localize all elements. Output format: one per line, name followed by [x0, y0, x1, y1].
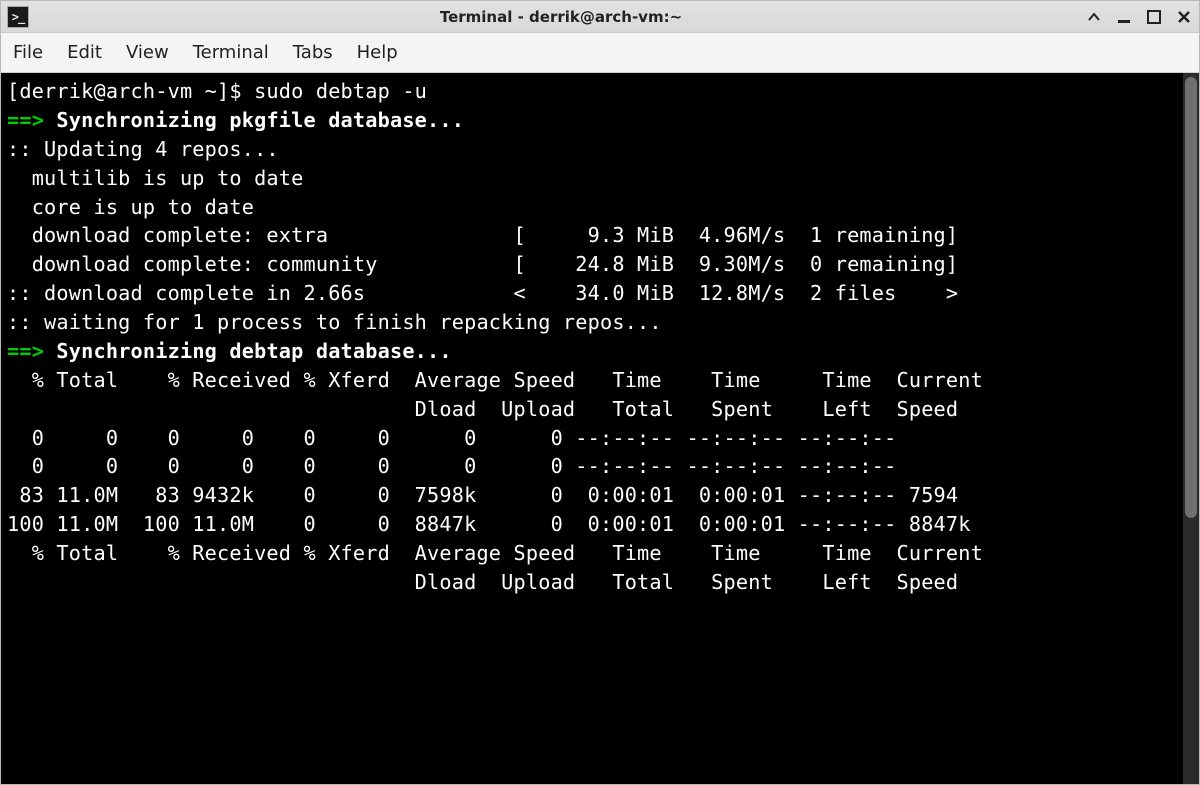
shell-prompt: [derrik@arch-vm ~]$	[7, 79, 254, 103]
output-line: 100 11.0M 100 11.0M 0 0 8847k 0 0:00:01 …	[7, 512, 971, 536]
close-button[interactable]	[1175, 8, 1193, 26]
menu-view[interactable]: View	[126, 42, 169, 63]
output-line: :: download complete in 2.66s < 34.0 MiB…	[7, 281, 958, 305]
vertical-scrollbar[interactable]	[1183, 73, 1199, 784]
terminal-area[interactable]: [derrik@arch-vm ~]$ sudo debtap -u ==> S…	[1, 73, 1199, 784]
menu-help[interactable]: Help	[357, 42, 398, 63]
output-line: 0 0 0 0 0 0 0 0 --:--:-- --:--:-- --:--:…	[7, 426, 896, 450]
scrollbar-thumb[interactable]	[1185, 77, 1197, 518]
window-title: Terminal - derrik@arch-vm:~	[37, 8, 1085, 26]
output-line: 0 0 0 0 0 0 0 0 --:--:-- --:--:-- --:--:…	[7, 454, 896, 478]
menu-tabs[interactable]: Tabs	[293, 42, 333, 63]
minimize-icon	[1117, 10, 1131, 24]
close-icon	[1177, 10, 1191, 24]
output-line: :: Updating 4 repos...	[7, 137, 279, 161]
output-line: core is up to date	[7, 195, 254, 219]
output-line: Dload Upload Total Spent Left Speed	[7, 397, 958, 421]
output-line: download complete: extra [ 9.3 MiB 4.96M…	[7, 223, 958, 247]
minimize-button[interactable]	[1115, 8, 1133, 26]
menu-file[interactable]: File	[13, 42, 43, 63]
maximize-button[interactable]	[1145, 8, 1163, 26]
status-line: Synchronizing debtap database...	[56, 339, 451, 363]
terminal-output[interactable]: [derrik@arch-vm ~]$ sudo debtap -u ==> S…	[1, 73, 1183, 784]
output-line: % Total % Received % Xferd Average Speed…	[7, 541, 983, 565]
window-controls	[1085, 8, 1193, 26]
maximize-icon	[1147, 10, 1161, 24]
status-line: Synchronizing pkgfile database...	[56, 108, 464, 132]
terminal-app-icon: >_	[7, 6, 29, 28]
menubar: File Edit View Terminal Tabs Help	[1, 33, 1199, 73]
terminal-window: >_ Terminal - derrik@arch-vm:~ File Edit…	[0, 0, 1200, 785]
output-line: multilib is up to date	[7, 166, 304, 190]
terminal-prompt-icon: >_	[12, 10, 24, 24]
chevron-up-icon	[1087, 10, 1101, 24]
menu-edit[interactable]: Edit	[67, 42, 102, 63]
shell-command: sudo debtap -u	[254, 79, 427, 103]
titlebar[interactable]: >_ Terminal - derrik@arch-vm:~	[1, 1, 1199, 33]
arrow-icon: ==>	[7, 339, 56, 363]
output-line: :: waiting for 1 process to finish repac…	[7, 310, 662, 334]
arrow-icon: ==>	[7, 108, 56, 132]
output-line: % Total % Received % Xferd Average Speed…	[7, 368, 983, 392]
output-line: download complete: community [ 24.8 MiB …	[7, 252, 958, 276]
rollup-button[interactable]	[1085, 8, 1103, 26]
menu-terminal[interactable]: Terminal	[193, 42, 269, 63]
output-line: 83 11.0M 83 9432k 0 0 7598k 0 0:00:01 0:…	[7, 483, 958, 507]
output-line: Dload Upload Total Spent Left Speed	[7, 570, 958, 594]
